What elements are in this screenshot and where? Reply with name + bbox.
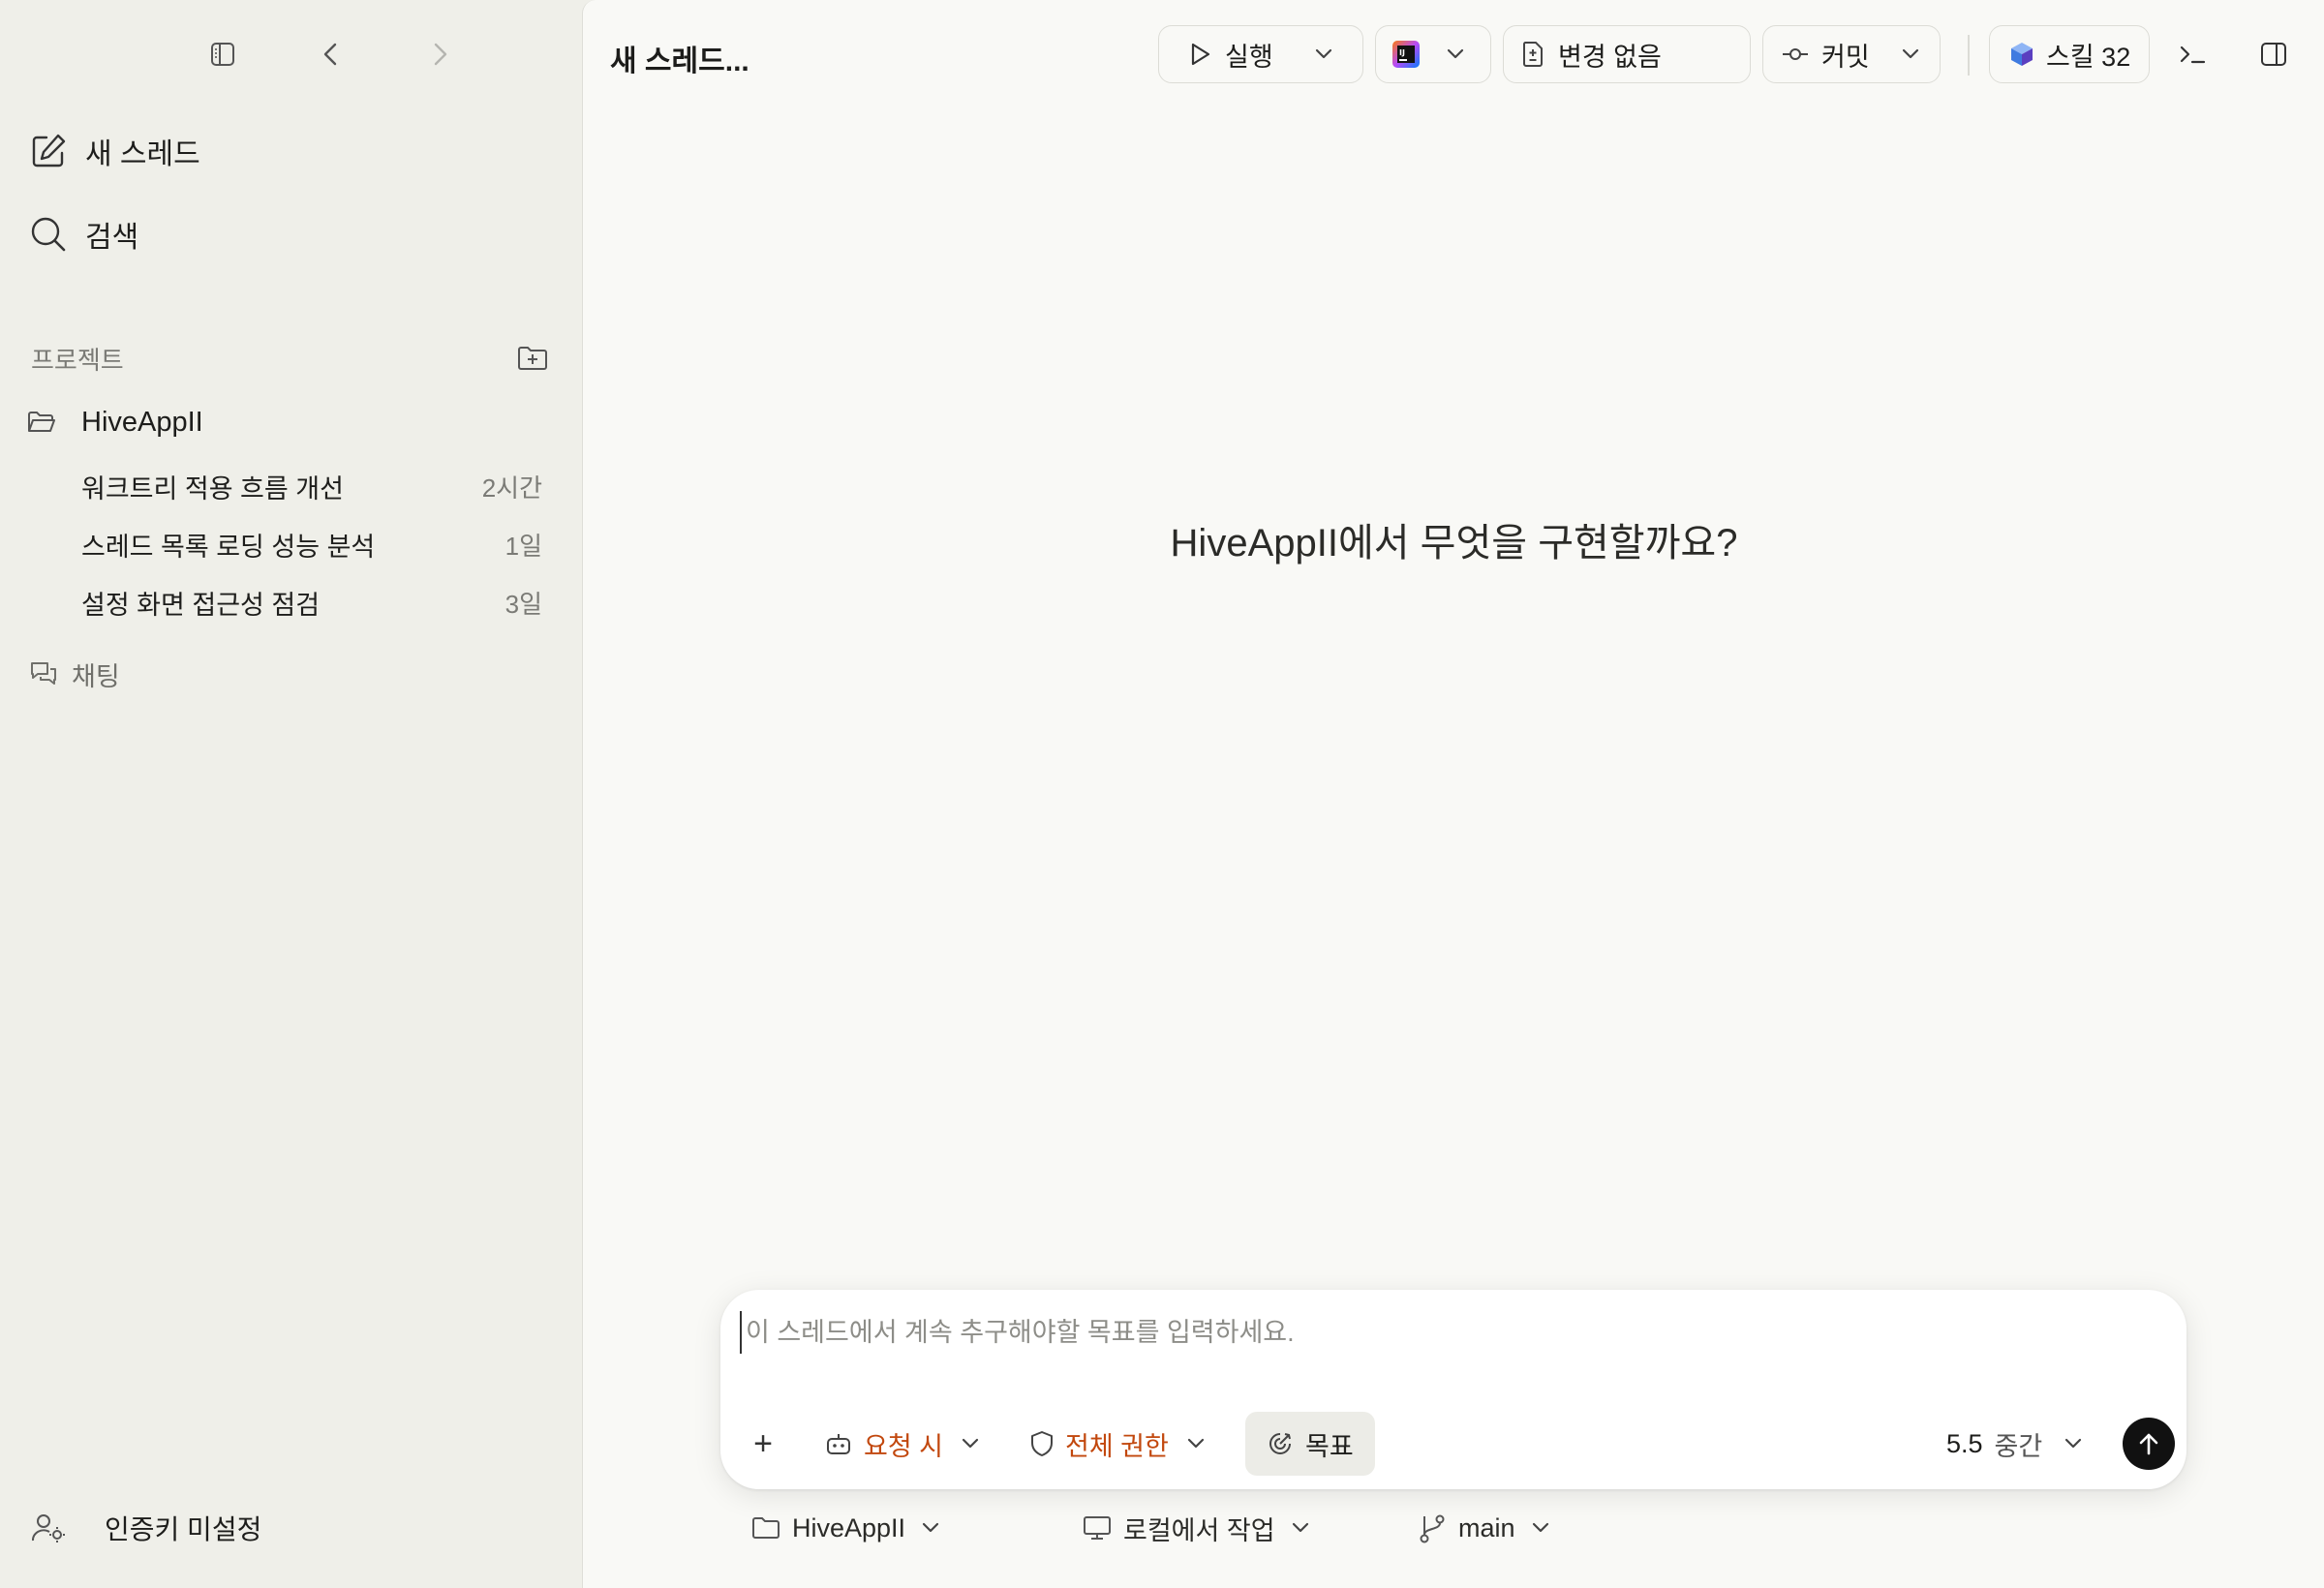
thread-title: 스레드 목록 로딩 성능 분석 (81, 532, 376, 562)
permission-label: 전체 권한 (1065, 1431, 1169, 1461)
skills-button[interactable]: 스킬 32 (1989, 25, 2150, 83)
add-project-icon[interactable] (513, 341, 552, 376)
changes-label: 변경 없음 (1558, 42, 1662, 72)
project-name: HiveAppII (81, 406, 203, 438)
footer-project-label: HiveAppII (792, 1512, 906, 1542)
monitor-icon (1083, 1515, 1112, 1541)
goal-button[interactable]: 목표 (1245, 1412, 1375, 1476)
chevron-down-icon (1186, 1437, 1206, 1451)
auth-key-label: 인증키 미설정 (105, 1514, 262, 1544)
chevron-down-icon (961, 1437, 980, 1451)
chevron-down-icon[interactable] (1314, 47, 1333, 61)
footer-project-selector[interactable]: HiveAppII (751, 1507, 940, 1549)
chat-label: 채팅 (72, 661, 120, 691)
auth-key-status[interactable]: 인증키 미설정 (31, 1507, 261, 1549)
diff-file-icon (1521, 41, 1544, 68)
chevron-down-icon (2064, 1437, 2083, 1451)
commit-button[interactable]: 커밋 (1762, 25, 1941, 83)
new-thread-button[interactable]: 새 스레드 (29, 124, 200, 178)
footer-branch-selector[interactable]: main (1418, 1507, 1550, 1549)
toggle-right-panel-icon[interactable] (2252, 25, 2295, 83)
toolbar-divider (1968, 35, 1970, 76)
footer-environment-label: 로컬에서 작업 (1123, 1515, 1275, 1545)
sidebar: 새 스레드 검색 프로젝트 HiveAppII 워크트리 적용 흐름 개선 2시… (0, 0, 581, 1588)
toggle-sidebar-icon[interactable] (201, 33, 244, 76)
composer: + 요청 시 전체 권한 목표 5 (720, 1290, 2186, 1489)
thread-age: 1일 (505, 531, 542, 561)
commit-label: 커밋 (1821, 42, 1870, 72)
chat-section[interactable]: 채팅 (29, 653, 120, 695)
thread-item[interactable]: 스레드 목록 로딩 성능 분석 1일 (81, 523, 542, 565)
approval-mode-button[interactable]: 요청 시 (825, 1412, 980, 1476)
search-button[interactable]: 검색 (29, 207, 138, 261)
empty-state-headline: HiveAppII에서 무엇을 구현할까요? (1170, 522, 1738, 565)
footer-environment-selector[interactable]: 로컬에서 작업 (1083, 1507, 1310, 1549)
robot-icon (825, 1431, 852, 1456)
goal-input[interactable] (740, 1311, 2095, 1354)
new-thread-label: 새 스레드 (85, 138, 200, 170)
back-icon[interactable] (310, 33, 352, 76)
forward-icon[interactable] (418, 33, 461, 76)
send-button[interactable] (2123, 1418, 2175, 1470)
sidebar-toolbar (0, 33, 581, 76)
projects-section-label: 프로젝트 (31, 346, 124, 375)
permission-button[interactable]: 전체 권한 (1030, 1412, 1206, 1476)
svg-text:IJ: IJ (1399, 48, 1405, 57)
play-icon (1188, 42, 1211, 67)
search-label: 검색 (85, 222, 139, 254)
model-version: 5.5 (1946, 1428, 1983, 1458)
chevron-down-icon (1531, 1521, 1550, 1535)
thread-title: 워크트리 적용 흐름 개선 (81, 473, 344, 504)
thread-item[interactable]: 워크트리 적용 흐름 개선 2시간 (81, 465, 542, 507)
project-item-hiveappii[interactable]: HiveAppII (27, 401, 203, 443)
thread-item[interactable]: 설정 화면 접근성 점검 3일 (81, 581, 542, 624)
intellij-app-icon: IJ (1391, 40, 1421, 69)
terminal-icon[interactable] (2171, 25, 2214, 83)
git-branch-icon (1418, 1512, 1447, 1543)
open-in-ide-button[interactable]: IJ (1375, 25, 1491, 83)
skills-label: 스킬 32 (2046, 42, 2131, 72)
compose-icon (29, 132, 68, 170)
chevron-down-icon[interactable] (1901, 47, 1920, 61)
commit-icon (1783, 46, 1808, 62)
chat-bubbles-icon (29, 660, 58, 687)
thread-age: 2시간 (481, 473, 542, 503)
skill-cube-icon (2009, 41, 2034, 68)
model-effort: 중간 (1994, 1431, 2043, 1461)
add-attachment-button[interactable]: + (746, 1412, 780, 1476)
model-selector[interactable]: 5.5 중간 (1946, 1412, 2083, 1476)
chevron-down-icon (1446, 47, 1465, 61)
arrow-up-icon (2137, 1431, 2160, 1456)
thread-title: 설정 화면 접근성 점검 (81, 590, 321, 620)
thread-age: 3일 (505, 589, 542, 619)
chevron-down-icon (1291, 1521, 1310, 1535)
chevron-down-icon (921, 1521, 940, 1535)
folder-icon (751, 1515, 780, 1541)
thread-title-header: 새 스레드... (610, 46, 749, 77)
user-settings-icon (31, 1512, 66, 1543)
approval-mode-label: 요청 시 (864, 1431, 944, 1461)
search-icon (29, 215, 68, 254)
footer-branch-label: main (1458, 1512, 1515, 1542)
goal-label: 목표 (1305, 1431, 1354, 1461)
shield-icon (1030, 1430, 1054, 1457)
folder-open-icon (27, 410, 56, 435)
run-label: 실행 (1225, 42, 1273, 72)
main-panel: 새 스레드... 실행 IJ 변경 없음 커밋 스킬 32 HiveAppII에… (582, 0, 2324, 1588)
target-icon (1267, 1430, 1294, 1457)
changes-button[interactable]: 변경 없음 (1503, 25, 1751, 83)
plus-icon: + (753, 1424, 773, 1462)
run-button[interactable]: 실행 (1158, 25, 1363, 83)
